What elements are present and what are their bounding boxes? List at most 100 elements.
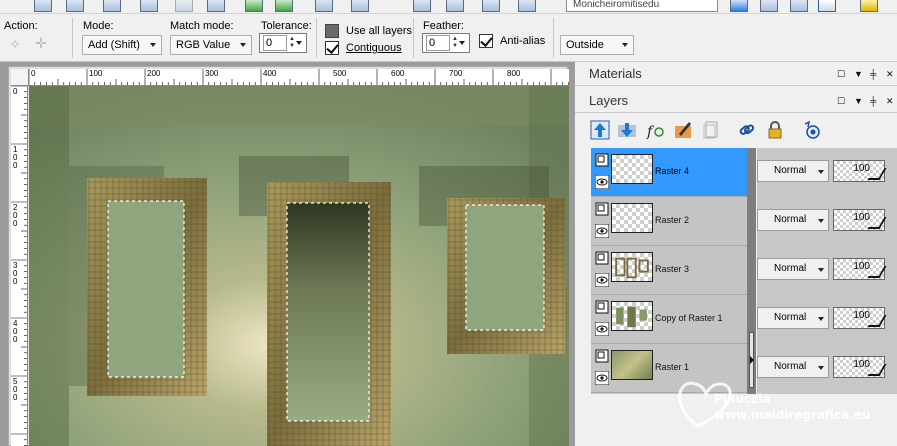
- undo-history-icon[interactable]: [140, 0, 158, 12]
- opacity-field[interactable]: 100: [833, 160, 885, 182]
- separator: [553, 18, 554, 58]
- mode-dropdown[interactable]: Add (Shift): [82, 35, 162, 55]
- duplicate-layer-disabled-icon[interactable]: [701, 120, 721, 140]
- eye-icon[interactable]: [594, 272, 610, 288]
- tolerance-spinner[interactable]: 0 ▲ ▼: [259, 33, 307, 53]
- layers-panel-header[interactable]: Layers ☐ ▼ ╪ ✕: [575, 89, 897, 113]
- pin-icon[interactable]: ╪: [870, 69, 876, 79]
- opacity-field[interactable]: 100: [833, 307, 885, 329]
- opacity-field[interactable]: 100: [833, 258, 885, 280]
- layer-row[interactable]: Copy of Raster 1: [591, 295, 751, 344]
- eye-icon[interactable]: [594, 223, 610, 239]
- layer-thumbnail: [611, 301, 653, 331]
- chevron-down-icon[interactable]: [295, 36, 304, 50]
- copy-icon[interactable]: [207, 0, 225, 12]
- save-icon[interactable]: [34, 0, 52, 12]
- ruler-h-label: 200: [147, 69, 161, 78]
- info-icon[interactable]: [315, 0, 333, 12]
- panel-toggle-icon[interactable]: [818, 0, 836, 12]
- zoom-out-icon[interactable]: [413, 0, 431, 12]
- contiguous-checkbox[interactable]: [325, 41, 339, 55]
- action-wand-icon[interactable]: ✧: [9, 36, 21, 53]
- zoom-in-icon[interactable]: [351, 0, 369, 12]
- blend-mode-value: Normal: [774, 312, 807, 323]
- match-mode-dropdown[interactable]: RGB Value: [170, 35, 252, 55]
- action-move-icon[interactable]: ✛: [35, 35, 47, 52]
- use-all-layers-checkbox[interactable]: [325, 24, 339, 38]
- layer-group-icon[interactable]: [595, 349, 609, 363]
- redo-icon[interactable]: [275, 0, 293, 12]
- link-icon[interactable]: [737, 120, 757, 140]
- layer-fx-icon[interactable]: f: [645, 120, 665, 140]
- resize-grip-icon[interactable]: [750, 356, 754, 364]
- layer-thumbnail: [611, 350, 653, 380]
- close-icon[interactable]: ✕: [886, 96, 894, 107]
- anti-alias-checkbox[interactable]: [479, 34, 493, 48]
- undo-icon[interactable]: [245, 0, 263, 12]
- preset-field[interactable]: Monicheiromitisedu: [566, 0, 718, 12]
- psp-window: Monicheiromitisedu Action: ✧ ✛ Mode: Add…: [0, 0, 897, 446]
- layer-list: Raster 4 Raster 2 Raster 3 Copy of Raste…: [591, 148, 755, 394]
- chevron-down-icon[interactable]: ▼: [854, 69, 863, 79]
- play-icon[interactable]: [730, 0, 748, 12]
- print-icon[interactable]: [103, 0, 121, 12]
- blend-mode-dropdown[interactable]: Normal: [757, 307, 829, 329]
- heart-watermark-icon: [678, 381, 732, 428]
- edit-icon[interactable]: [790, 0, 808, 12]
- zoom-fit-icon[interactable]: [446, 0, 464, 12]
- separator: [72, 18, 73, 58]
- eye-icon[interactable]: [594, 321, 610, 337]
- layer-group-icon[interactable]: [595, 300, 609, 314]
- ruler-v-label: 3 0 0: [13, 261, 18, 286]
- layer-row[interactable]: Raster 4: [591, 148, 751, 197]
- blend-mode-dropdown[interactable]: Normal: [757, 258, 829, 280]
- export-icon[interactable]: [66, 0, 84, 12]
- feather-spinner[interactable]: 0 ▲ ▼: [422, 33, 470, 53]
- layer-group-icon[interactable]: [595, 251, 609, 265]
- pin-icon[interactable]: ╪: [870, 96, 876, 106]
- ruler-h-label: 100: [89, 69, 103, 78]
- maximize-icon[interactable]: ☐: [837, 96, 845, 107]
- eye-refresh-icon[interactable]: [802, 120, 822, 140]
- tolerance-input[interactable]: 0: [263, 35, 287, 51]
- eye-icon[interactable]: [594, 370, 610, 386]
- image-icon[interactable]: [482, 0, 500, 12]
- svg-text:f: f: [646, 124, 655, 140]
- layer-row[interactable]: Raster 3: [591, 246, 751, 295]
- opacity-value: 100: [853, 163, 870, 174]
- redo-disabled-icon[interactable]: [175, 0, 193, 12]
- move-layer-down-icon[interactable]: [617, 120, 637, 140]
- layer-group-icon[interactable]: [595, 202, 609, 216]
- layer-name: Copy of Raster 1: [655, 313, 723, 323]
- materials-panel-header[interactable]: Materials ☐ ▼ ╪ ✕: [575, 62, 897, 86]
- layout-icon[interactable]: [518, 0, 536, 12]
- blend-mode-dropdown[interactable]: Normal: [757, 160, 829, 182]
- contiguous-label: Contiguous: [346, 42, 402, 54]
- layer-row[interactable]: Raster 2: [591, 197, 751, 246]
- ruler-h-label: 400: [263, 69, 277, 78]
- separator: [413, 18, 414, 58]
- select-icon[interactable]: [760, 0, 778, 12]
- image-canvas[interactable]: [29, 86, 569, 446]
- chevron-down-icon[interactable]: ▼: [854, 96, 863, 106]
- feather-input[interactable]: 0: [426, 35, 450, 51]
- lock-icon[interactable]: [765, 120, 785, 140]
- paint-brush-icon[interactable]: [673, 120, 693, 140]
- antialias-mode-dropdown[interactable]: Outside: [560, 35, 634, 55]
- folder-icon[interactable]: [860, 0, 878, 12]
- ruler-h-label: 500: [333, 69, 347, 78]
- horizontal-ruler[interactable]: 0 100 200 300 400 500 600 700 800: [29, 69, 569, 86]
- move-layer-up-icon[interactable]: [590, 120, 610, 140]
- chevron-down-icon[interactable]: [458, 36, 467, 50]
- blend-mode-value: Normal: [774, 263, 807, 274]
- opacity-field[interactable]: 100: [833, 209, 885, 231]
- canvas-window: 0 100 200 300 400 500 600 700 800 0 1 0 …: [0, 62, 574, 446]
- eye-icon[interactable]: [594, 174, 610, 190]
- layer-group-icon[interactable]: [595, 153, 609, 167]
- blend-mode-dropdown[interactable]: Normal: [757, 209, 829, 231]
- maximize-icon[interactable]: ☐: [837, 69, 845, 80]
- close-icon[interactable]: ✕: [886, 69, 894, 80]
- vertical-ruler[interactable]: 0 1 0 0 2 0 0 3 0 0 4 0 0 5 0 0: [11, 86, 28, 446]
- match-mode-label: Match mode:: [170, 20, 234, 32]
- layer-thumbnail: [611, 203, 653, 233]
